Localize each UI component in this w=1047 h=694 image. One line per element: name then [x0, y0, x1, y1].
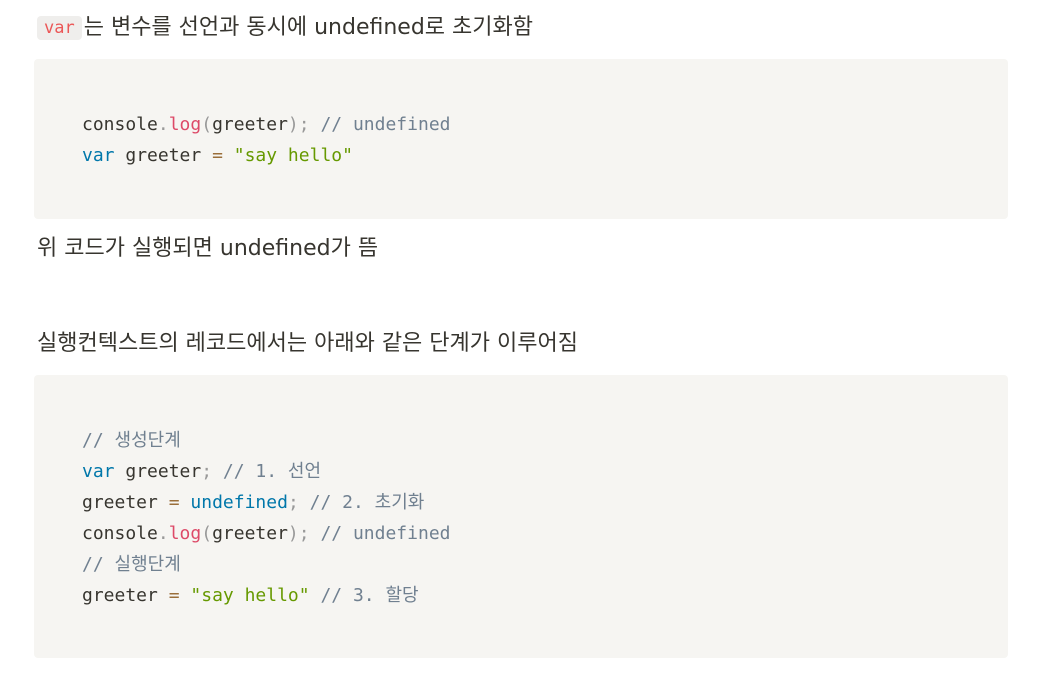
- code-token-func: log: [168, 523, 202, 544]
- code-token-comment: // 2. 초기화: [309, 492, 425, 513]
- code-token-string: "say hello": [233, 145, 353, 166]
- code-line: // 실행단계: [82, 549, 1008, 580]
- code-token-comment: // undefined: [320, 523, 451, 544]
- code-token-punct: );: [287, 114, 310, 135]
- code-block-steps[interactable]: // 생성단계 var greeter; // 1. 선언 greeter = un…: [34, 375, 1008, 658]
- paragraph-var-explanation: var 는 변수를 선언과 동시에 undefined로 초기화함: [37, 13, 533, 44]
- code-token-plain: greeter: [212, 523, 288, 544]
- paragraph-record-steps: 실행컨텍스트의 레코드에서는 아래와 같은 단계가 이루어짐: [37, 331, 578, 356]
- code-token-keyword: undefined: [190, 492, 288, 513]
- code-line: greeter = "say hello" // 3. 할당: [82, 580, 1008, 611]
- code-token-punct: ;: [201, 461, 213, 482]
- code-line: var greeter; // 1. 선언: [82, 456, 1008, 487]
- code-token-comment: // 3. 할당: [320, 585, 419, 606]
- code-token-plain: greeter: [114, 145, 213, 166]
- code-token-punct: (: [201, 523, 213, 544]
- code-token-plain: greeter: [82, 585, 169, 606]
- code-token-op: =: [168, 492, 180, 513]
- code-token-op: =: [168, 585, 180, 606]
- code-token-comment: // 실행단계: [82, 554, 181, 575]
- code-token-comment: // 생성단계: [82, 430, 181, 451]
- code-token-op: =: [212, 145, 223, 166]
- code-token-punct: .: [157, 114, 169, 135]
- code-line: var greeter = "say hello": [82, 140, 1008, 171]
- code-token-plain: greeter: [114, 461, 202, 482]
- paragraph-result: 위 코드가 실행되면 undefined가 뜸: [37, 236, 379, 261]
- code-token-plain: greeter: [212, 114, 288, 135]
- code-token-plain: console: [82, 523, 158, 544]
- code-line: // 생성단계: [82, 425, 1008, 456]
- code-block-example[interactable]: console.log(greeter); // undefined var gr…: [34, 59, 1008, 219]
- code-token-func: log: [168, 114, 202, 135]
- code-token-punct: ;: [287, 492, 299, 513]
- code-line: greeter = undefined; // 2. 초기화: [82, 487, 1008, 518]
- code-token-punct: );: [287, 523, 310, 544]
- code-token-keyword: var: [82, 461, 115, 482]
- code-token-plain: console: [82, 114, 158, 135]
- code-token-comment: // 1. 선언: [222, 461, 322, 482]
- inline-code-var: var: [37, 16, 82, 40]
- code-token-keyword: var: [82, 145, 115, 166]
- code-token-punct: .: [157, 523, 169, 544]
- code-line: console.log(greeter); // undefined: [82, 518, 1008, 549]
- code-token-punct: (: [201, 114, 213, 135]
- code-token-comment: // undefined: [320, 114, 451, 135]
- code-line: console.log(greeter); // undefined: [82, 109, 1008, 140]
- paragraph-var-text: 는 변수를 선언과 동시에 undefined로 초기화함: [83, 15, 533, 40]
- code-token-string: "say hello": [190, 585, 310, 606]
- code-token-plain: greeter: [82, 492, 169, 513]
